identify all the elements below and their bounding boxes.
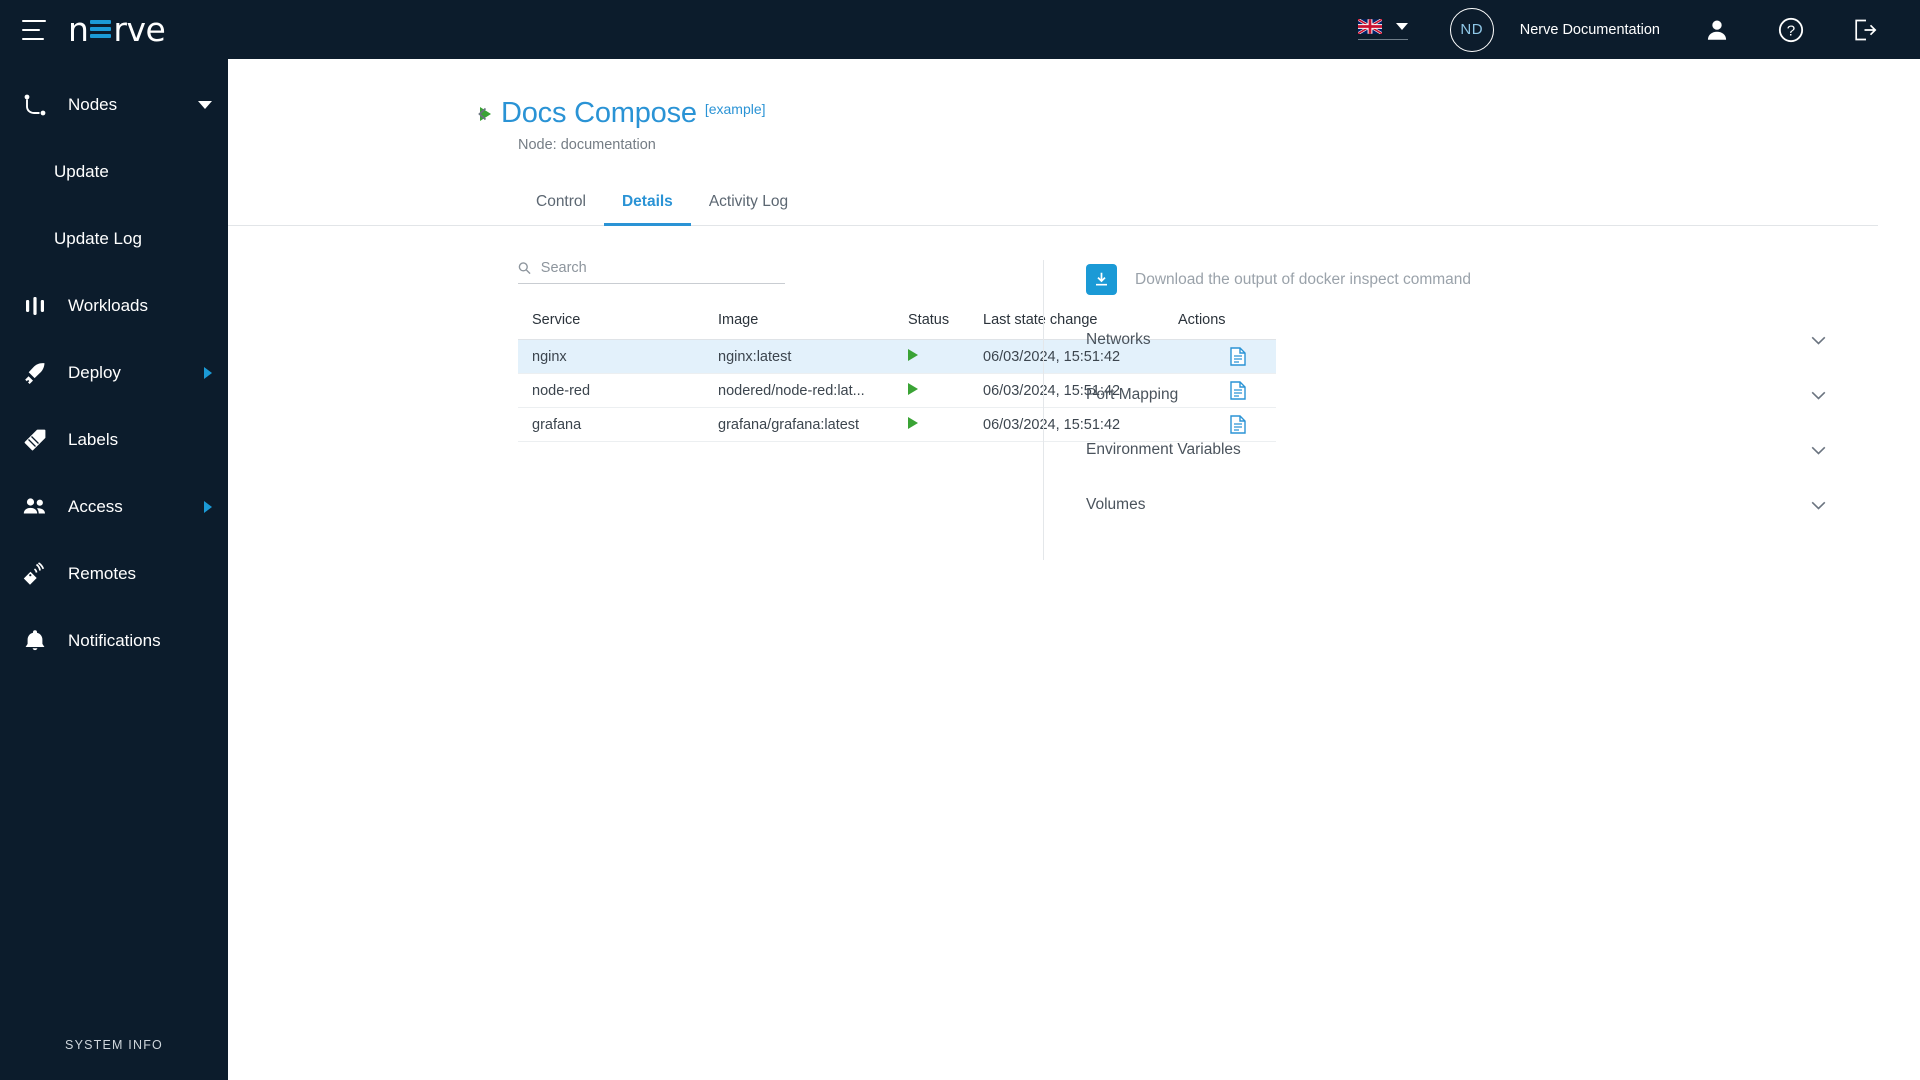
status-running-icon	[908, 416, 918, 429]
top-bar: n rve ND Nerve Documentation ?	[0, 0, 1920, 59]
chevron-down-icon	[198, 101, 212, 109]
sidebar-item-label: Deploy	[68, 363, 121, 382]
cell-status	[908, 339, 983, 374]
chevron-right-icon	[204, 367, 212, 379]
download-button[interactable]	[1086, 264, 1117, 295]
title-row: Docs Compose [example]	[228, 97, 1920, 130]
page-title-tag: [example]	[704, 100, 766, 117]
workloads-icon	[22, 293, 48, 319]
status-running-icon	[908, 382, 918, 395]
search-input[interactable]	[540, 260, 785, 276]
tab-control[interactable]: Control	[518, 183, 604, 226]
nodes-icon	[22, 92, 48, 118]
sidebar-item-label: Update Log	[54, 229, 142, 248]
logout-icon[interactable]	[1852, 17, 1878, 43]
nerve-logo: n rve	[68, 0, 166, 59]
chevron-down-icon	[1811, 501, 1826, 510]
search-icon	[518, 262, 531, 275]
page-header: Docs Compose [example] Node: documentati…	[228, 59, 1920, 153]
accordion-item-environment-variables[interactable]: Environment Variables	[1086, 423, 1830, 478]
sidebar-item-label: Workloads	[68, 296, 148, 315]
labels-tag-icon	[22, 427, 48, 453]
details-accordion: Networks Port Mapping Environment Variab…	[1086, 313, 1830, 533]
tab-bar: Control Details Activity Log	[228, 183, 1878, 226]
deploy-rocket-icon	[22, 360, 48, 386]
sidebar-item-label: Access	[68, 497, 123, 516]
tab-details[interactable]: Details	[603, 183, 691, 226]
logo-text-prefix: n	[68, 10, 89, 49]
topbar-right-group: ND Nerve Documentation ?	[1357, 0, 1920, 59]
logo-text-suffix: rve	[113, 10, 166, 49]
cell-image: nodered/node-red:lat...	[718, 373, 908, 408]
status-running-icon	[908, 348, 918, 361]
sidebar-item-update-log[interactable]: Update Log	[0, 215, 228, 263]
sidebar-item-remotes[interactable]: Remotes	[0, 550, 228, 598]
accordion-label: Networks	[1086, 331, 1151, 348]
sidebar-item-workloads[interactable]: Workloads	[0, 282, 228, 330]
organization-name: Nerve Documentation	[1519, 21, 1660, 38]
sidebar-item-nodes[interactable]: Nodes	[0, 81, 228, 129]
services-pane: Service Image Status Last state change A…	[228, 260, 1276, 560]
uk-flag-icon	[1357, 19, 1382, 34]
cell-image: nginx:latest	[718, 339, 908, 374]
download-label: Download the output of docker inspect co…	[1135, 270, 1472, 288]
logo-e-icon	[90, 20, 112, 39]
svg-text:?: ?	[1787, 22, 1795, 39]
tab-activity-log[interactable]: Activity Log	[691, 183, 806, 226]
cell-service: nginx	[518, 339, 718, 374]
accordion-label: Volumes	[1086, 496, 1146, 513]
page-title: Docs Compose	[501, 97, 697, 129]
sidebar-item-deploy[interactable]: Deploy	[0, 349, 228, 397]
chevron-down-icon	[1395, 23, 1408, 30]
body-region: Nodes Update Update Log Workloads Deploy…	[0, 59, 1920, 1080]
sidebar-item-label: Nodes	[68, 95, 118, 114]
sidebar-item-notifications[interactable]: Notifications	[0, 617, 228, 665]
user-icon[interactable]	[1704, 17, 1730, 43]
column-header-service: Service	[518, 312, 718, 340]
download-inspect-row: Download the output of docker inspect co…	[1086, 264, 1830, 295]
chevron-down-icon	[1811, 336, 1826, 345]
sidebar-item-access[interactable]: Access	[0, 483, 228, 531]
cell-service: node-red	[518, 373, 718, 408]
sidebar-item-label: Remotes	[68, 564, 137, 583]
search-box[interactable]	[518, 260, 785, 284]
accordion-label: Port Mapping	[1086, 386, 1179, 403]
help-icon[interactable]: ?	[1778, 17, 1804, 43]
content-region: Service Image Status Last state change A…	[228, 260, 1920, 560]
accordion-item-port-mapping[interactable]: Port Mapping	[1086, 368, 1830, 423]
remotes-icon	[22, 561, 48, 587]
access-users-icon	[22, 494, 48, 520]
sidebar-item-label: Labels	[68, 430, 119, 449]
download-icon	[1096, 272, 1107, 286]
bell-icon	[22, 628, 48, 654]
column-header-image: Image	[718, 312, 908, 340]
accordion-item-networks[interactable]: Networks	[1086, 313, 1830, 368]
page-subtitle: Node: documentation	[518, 137, 656, 153]
hamburger-icon[interactable]	[22, 19, 46, 40]
cell-service: grafana	[518, 407, 718, 442]
sidebar: Nodes Update Update Log Workloads Deploy…	[0, 59, 228, 1080]
cell-image: grafana/grafana:latest	[718, 407, 908, 442]
chevron-down-icon	[1811, 391, 1826, 400]
sidebar-item-labels[interactable]: Labels	[0, 416, 228, 464]
chevron-left-icon[interactable]	[476, 107, 490, 121]
accordion-label: Environment Variables	[1086, 441, 1241, 458]
cell-status	[908, 407, 983, 442]
sidebar-item-update[interactable]: Update	[0, 148, 228, 196]
accordion-item-volumes[interactable]: Volumes	[1086, 478, 1830, 533]
language-selector[interactable]	[1357, 19, 1408, 40]
avatar[interactable]: ND	[1449, 7, 1494, 52]
column-header-status: Status	[908, 312, 983, 340]
sidebar-item-label: Update	[54, 162, 109, 181]
application-window: n rve ND Nerve Documentation ? Nodes Upd…	[0, 0, 1920, 1080]
sidebar-item-label: Notifications	[68, 631, 161, 650]
chevron-right-icon	[204, 501, 212, 513]
main-content: Docs Compose [example] Node: documentati…	[228, 59, 1920, 1080]
system-info-link[interactable]: SYSTEM INFO	[0, 1038, 228, 1052]
details-pane: Download the output of docker inspect co…	[1043, 260, 1878, 560]
cell-status	[908, 373, 983, 408]
chevron-down-icon	[1811, 446, 1826, 455]
